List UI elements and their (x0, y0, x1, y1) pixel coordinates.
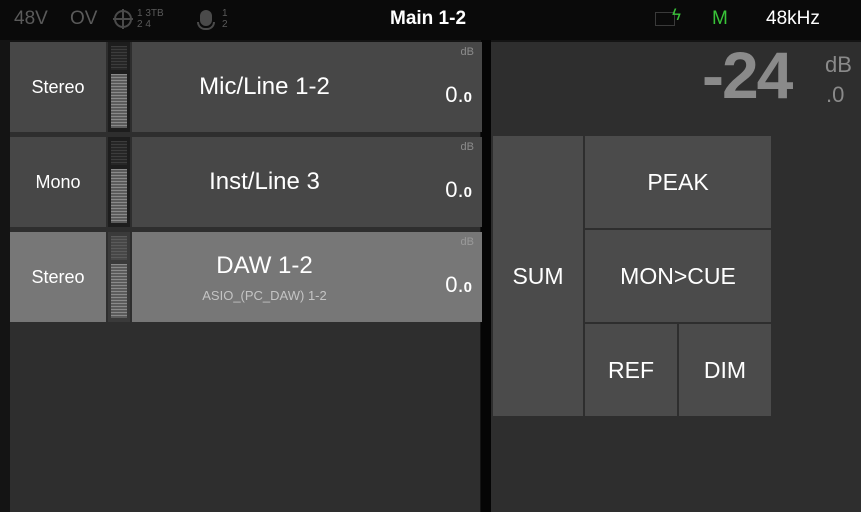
monitor-level[interactable]: -24 (702, 37, 793, 113)
gain-unit: dB (460, 236, 474, 248)
gain-unit: dB (460, 141, 474, 153)
channel-gain[interactable]: dB 0.0 (390, 137, 482, 227)
level-meter (108, 42, 130, 132)
channel-name: Mic/Line 1-2 (199, 73, 330, 100)
channel-source: ASIO_(PC_DAW) 1-2 (202, 287, 327, 303)
sum-button[interactable]: SUM (493, 136, 583, 416)
dim-button[interactable]: DIM (679, 324, 771, 416)
phase-channels-bottom: 2 4 (137, 19, 151, 30)
status-bar: 48V OV 1 3TB 2 4 1 2 Main 1-2 ϟ M 48kHz (0, 0, 861, 40)
monitor-level-decimal: .0 (826, 82, 845, 107)
gain-value: 0.0 (445, 82, 472, 107)
channel-name: DAW 1-2 (216, 251, 313, 279)
phantom-power-indicator: 48V (14, 8, 48, 29)
channel-mode[interactable]: Stereo (10, 232, 106, 322)
channel-name: Inst/Line 3 (209, 168, 320, 195)
channel-mode[interactable]: Stereo (10, 42, 106, 132)
page-title[interactable]: Main 1-2 (390, 8, 466, 30)
channel-row[interactable]: Mono Inst/Line 3 dB 0.0 (10, 137, 482, 227)
gain-value: 0.0 (445, 177, 472, 202)
phase-channels-top: 1 3TB (137, 8, 164, 19)
channel-mode[interactable]: Mono (10, 137, 106, 227)
mic-channels-top: 1 (222, 8, 228, 19)
phase-icon (113, 10, 133, 28)
channel-row[interactable]: Stereo Mic/Line 1-2 dB 0.0 (10, 42, 482, 132)
channel-name-button[interactable]: DAW 1-2 ASIO_(PC_DAW) 1-2 (132, 232, 397, 322)
ref-button[interactable]: REF (585, 324, 677, 416)
channel-row-selected[interactable]: Stereo DAW 1-2 ASIO_(PC_DAW) 1-2 dB 0.0 (10, 232, 482, 322)
mic-channels-bottom: 2 (222, 19, 228, 30)
channel-name-button[interactable]: Inst/Line 3 (132, 137, 397, 227)
mon-cue-button[interactable]: MON>CUE (585, 230, 771, 322)
channel-gain[interactable]: dB 0.0 (390, 42, 482, 132)
master-mode-indicator: M (712, 8, 728, 29)
peak-button[interactable]: PEAK (585, 136, 771, 228)
panel-divider (481, 40, 491, 512)
channel-gain[interactable]: dB 0.0 (390, 232, 482, 322)
gain-value: 0.0 (445, 272, 472, 297)
monitor-level-unit: dB (825, 52, 852, 77)
microphone-stand-icon (197, 22, 215, 30)
channel-name-button[interactable]: Mic/Line 1-2 (132, 42, 397, 132)
gain-unit: dB (460, 46, 474, 58)
sync-bolt-icon: ϟ (672, 5, 681, 24)
level-meter (108, 232, 130, 322)
overload-indicator: OV (70, 8, 98, 29)
sample-rate[interactable]: 48kHz (766, 8, 820, 30)
level-meter (108, 137, 130, 227)
